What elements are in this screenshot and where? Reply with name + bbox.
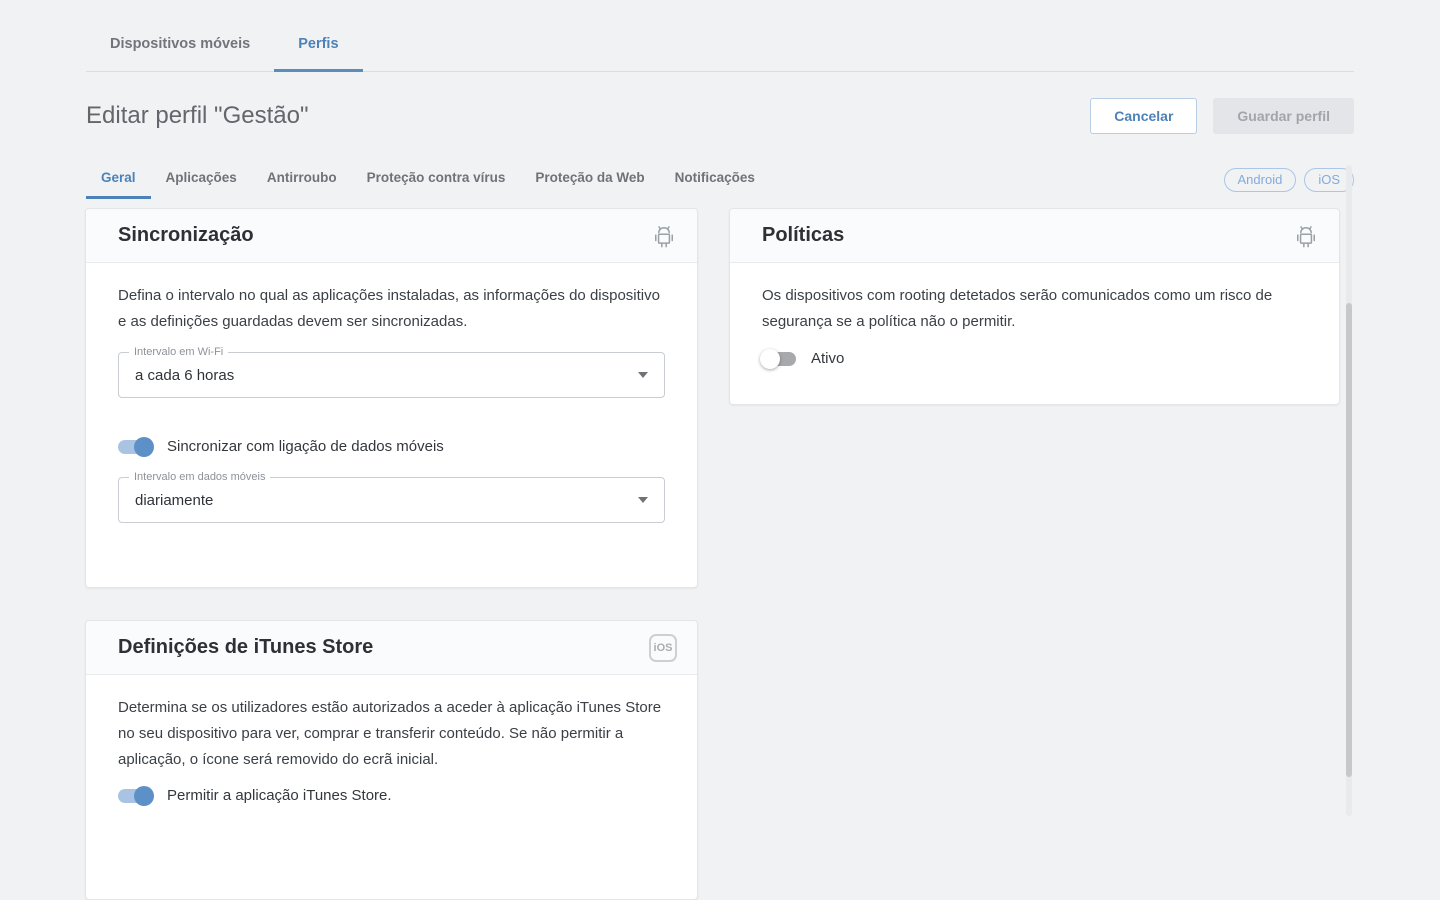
policies-card-title: Políticas	[762, 224, 844, 247]
scrollbar-track[interactable]	[1346, 165, 1352, 816]
sync-description: Defina o intervalo no qual as aplicações…	[118, 283, 665, 335]
policy-active-label: Ativo	[811, 350, 844, 367]
toggle-knob	[134, 786, 154, 806]
mobile-interval-select[interactable]: Intervalo em dados móveis diariamente	[118, 477, 665, 523]
sync-card: Sincronização Defina o intervalo no qual…	[85, 208, 698, 588]
primary-tab-bar: Dispositivos móveis Perfis	[86, 0, 1354, 72]
page-title: Editar perfil "Gestão"	[86, 102, 308, 130]
header-actions: Cancelar Guardar perfil	[1090, 98, 1354, 134]
mobile-data-sync-label: Sincronizar com ligação de dados móveis	[167, 438, 444, 455]
tab-antirroubo[interactable]: Antirroubo	[252, 166, 352, 199]
tab-protecao-da-web[interactable]: Proteção da Web	[520, 166, 659, 199]
wifi-interval-label: Intervalo em Wi-Fi	[129, 345, 228, 359]
toggle-knob	[134, 437, 154, 457]
itunes-description: Determina se os utilizadores estão autor…	[118, 695, 665, 773]
chevron-down-icon	[638, 497, 648, 503]
policy-active-toggle[interactable]	[762, 352, 796, 366]
policies-card: Políticas Os dispositivos com rooting de…	[729, 208, 1340, 405]
mobile-interval-label: Intervalo em dados móveis	[129, 470, 270, 484]
itunes-store-card: Definições de iTunes Store iOS Determina…	[85, 620, 698, 900]
itunes-card-header: Definições de iTunes Store iOS	[86, 621, 697, 675]
sync-card-title: Sincronização	[118, 224, 254, 247]
wifi-interval-select[interactable]: Intervalo em Wi-Fi a cada 6 horas	[118, 352, 665, 398]
policy-active-row: Ativo	[762, 350, 1307, 367]
ios-icon: iOS	[649, 634, 677, 662]
tab-notificacoes[interactable]: Notificações	[660, 166, 770, 199]
page-header: Editar perfil "Gestão" Cancelar Guardar …	[86, 98, 1354, 134]
cancel-button[interactable]: Cancelar	[1090, 98, 1197, 134]
wifi-interval-value: a cada 6 horas	[135, 367, 234, 384]
chevron-down-icon	[638, 372, 648, 378]
itunes-card-title: Definições de iTunes Store	[118, 636, 373, 659]
mobile-data-sync-row: Sincronizar com ligação de dados móveis	[118, 438, 665, 455]
tab-perfis[interactable]: Perfis	[274, 36, 362, 72]
platform-filter-group: Android iOS	[1224, 166, 1354, 192]
android-icon	[1293, 223, 1319, 249]
itunes-allow-toggle[interactable]	[118, 789, 152, 803]
secondary-tab-row: Geral Aplicações Antirroubo Proteção con…	[86, 166, 1354, 199]
mobile-data-sync-toggle[interactable]	[118, 440, 152, 454]
android-filter-pill[interactable]: Android	[1224, 168, 1297, 192]
policies-description: Os dispositivos com rooting detetados se…	[762, 283, 1307, 335]
policies-card-header: Políticas	[730, 209, 1339, 263]
tab-aplicacoes[interactable]: Aplicações	[151, 166, 252, 199]
save-profile-button[interactable]: Guardar perfil	[1213, 98, 1354, 134]
itunes-allow-row: Permitir a aplicação iTunes Store.	[118, 787, 665, 804]
scrollbar-thumb[interactable]	[1346, 303, 1352, 777]
itunes-allow-label: Permitir a aplicação iTunes Store.	[167, 787, 392, 804]
tab-dispositivos-moveis[interactable]: Dispositivos móveis	[86, 36, 274, 72]
mobile-interval-value: diariamente	[135, 492, 213, 509]
tab-protecao-contra-virus[interactable]: Proteção contra vírus	[352, 166, 521, 199]
toggle-knob	[760, 349, 780, 369]
sync-card-header: Sincronização	[86, 209, 697, 263]
secondary-tab-bar: Geral Aplicações Antirroubo Proteção con…	[86, 166, 770, 199]
android-icon	[651, 223, 677, 249]
tab-geral[interactable]: Geral	[86, 166, 151, 199]
